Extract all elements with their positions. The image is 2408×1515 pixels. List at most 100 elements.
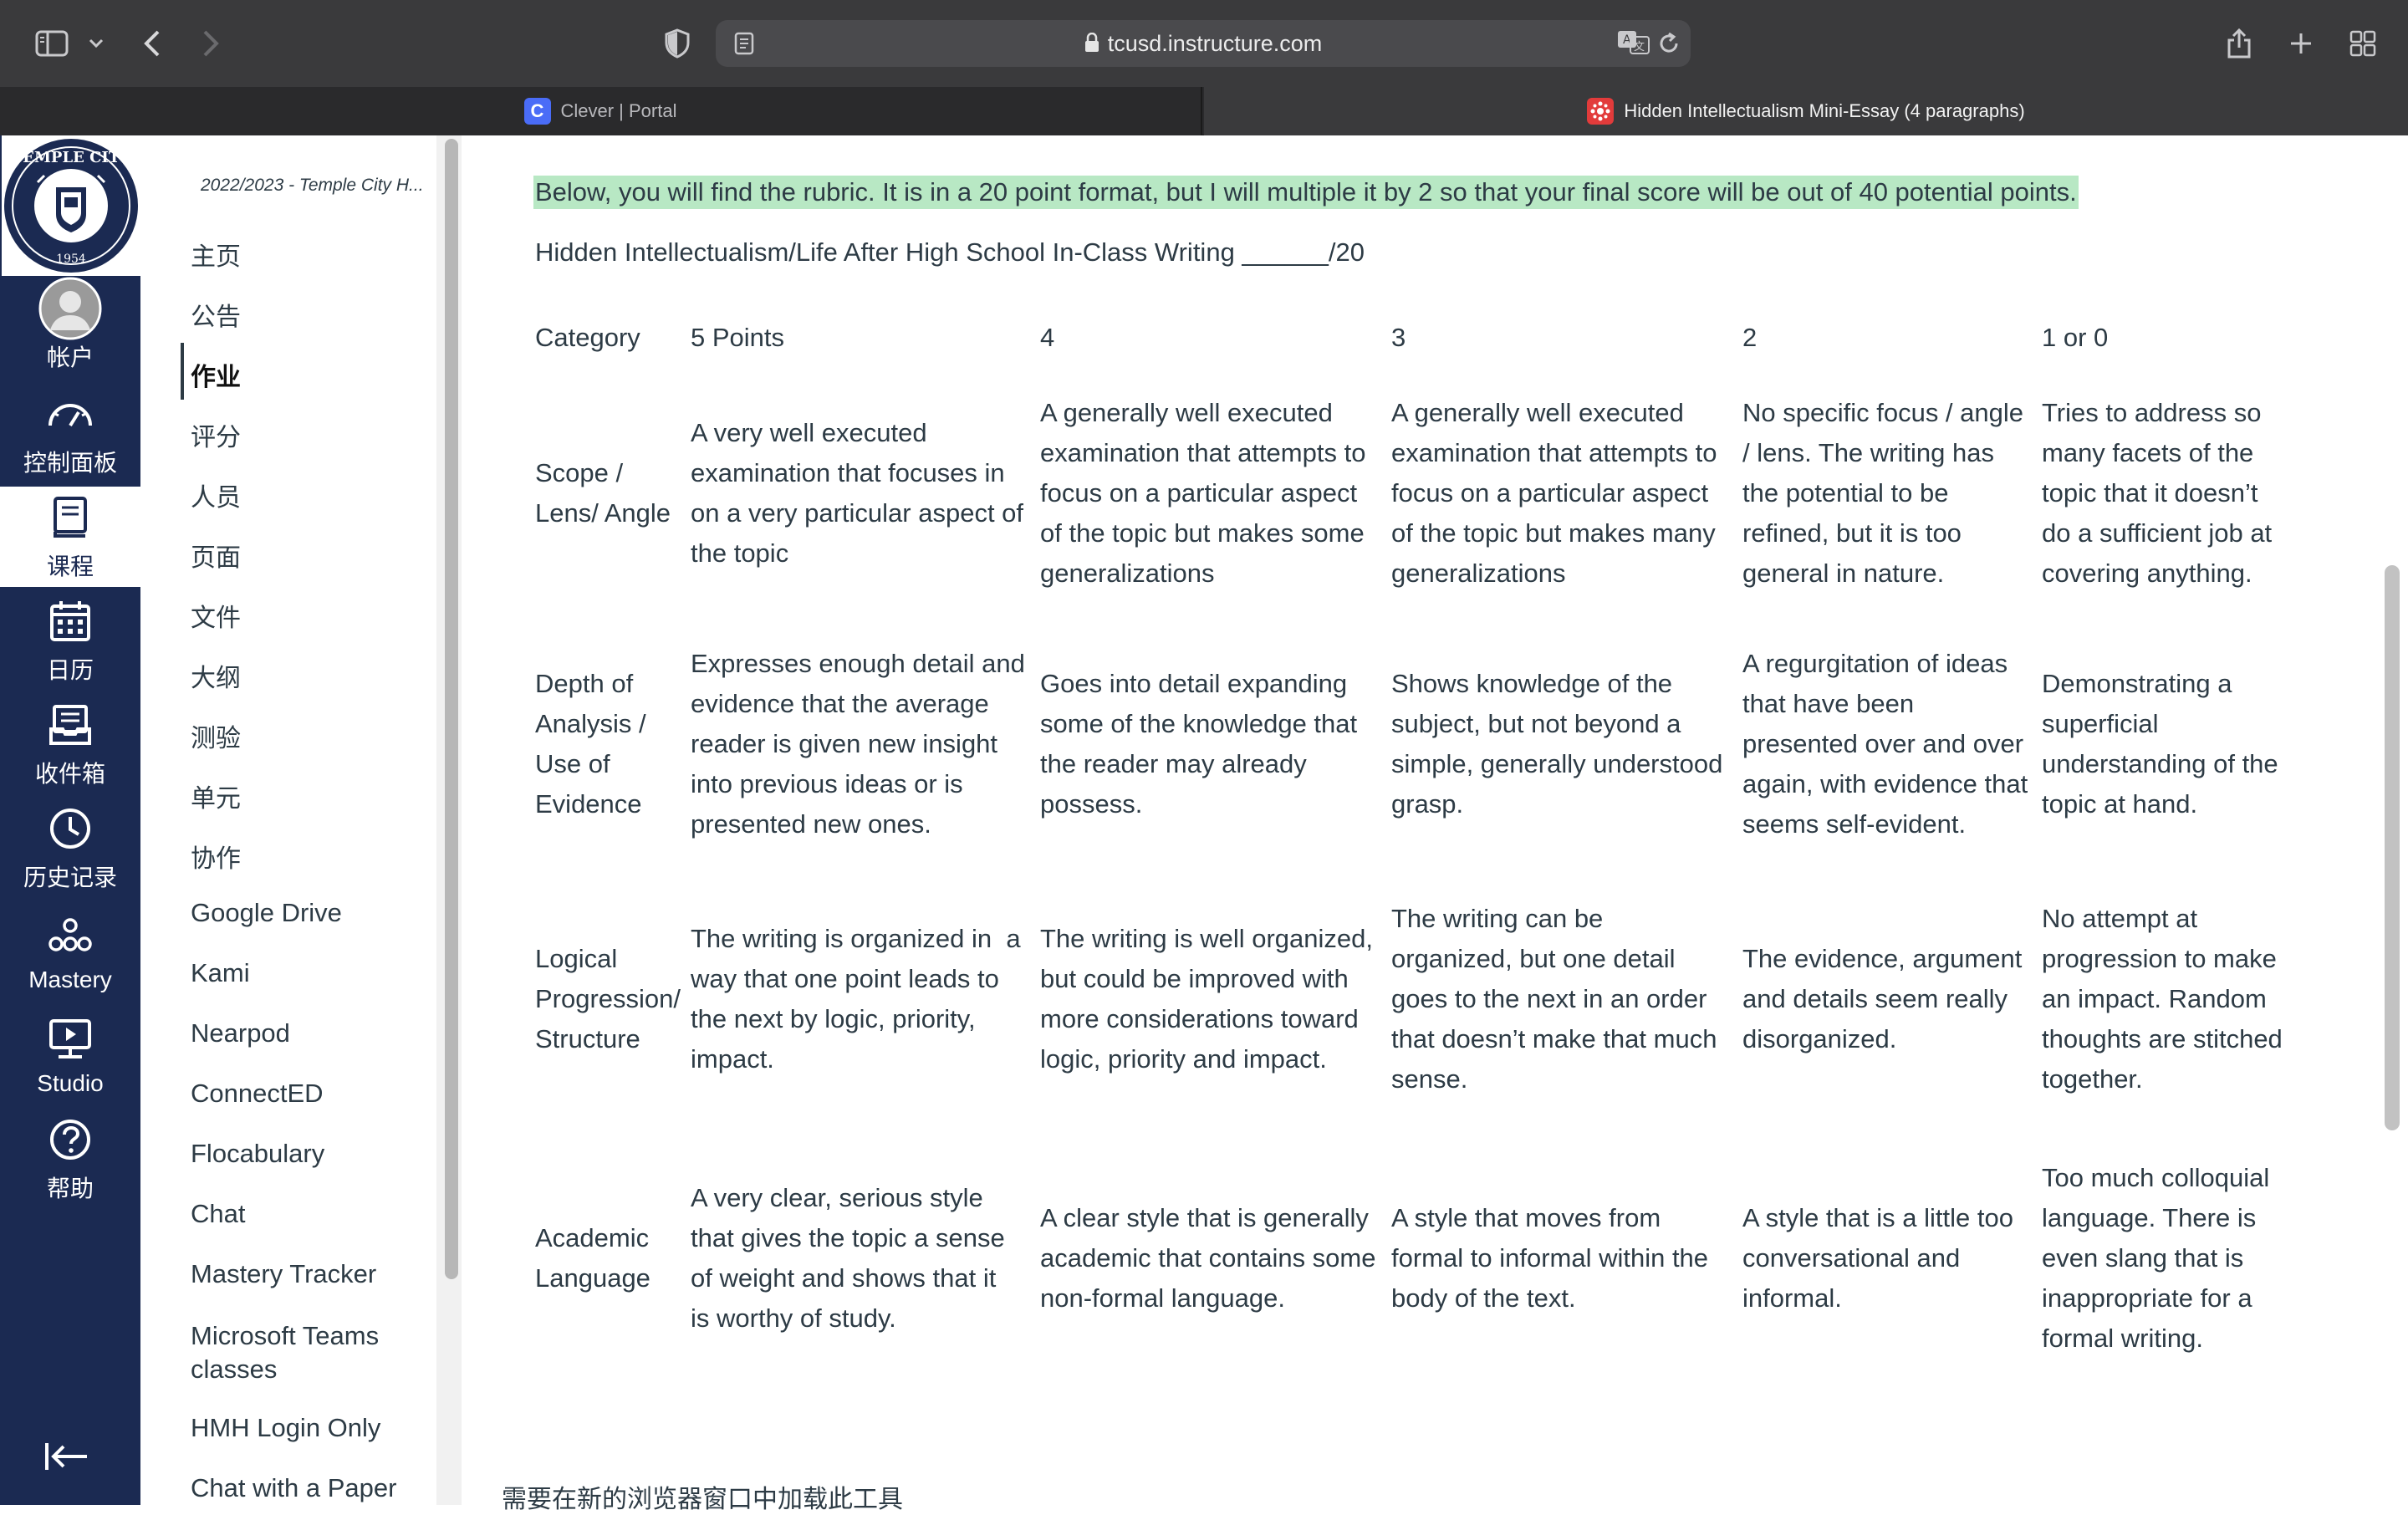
rubric-cell-line: The writing is organized in a bbox=[691, 924, 1021, 953]
rubric-cell-line: is worthy of study. bbox=[691, 1303, 896, 1333]
rubric-cell-line: Depth of bbox=[535, 669, 634, 698]
course-nav-mastery-tracker[interactable]: Mastery Tracker bbox=[191, 1259, 376, 1289]
school-logo[interactable]: TEMPLE CITY 1954 bbox=[2, 135, 140, 276]
rubric-cell-line: presented new ones. bbox=[691, 809, 931, 839]
rubric-cell-line: and details seem really bbox=[1742, 984, 2008, 1013]
course-nav-announcements[interactable]: 公告 bbox=[191, 296, 241, 333]
global-nav-mastery[interactable]: Mastery bbox=[0, 901, 140, 1002]
rubric-category-cell: Scope / Lens/ Angle bbox=[535, 393, 696, 594]
rubric-criteria-cell: A regurgitation of ideas that have been pr… bbox=[1742, 644, 2048, 844]
rubric-cell-line: generalizations bbox=[1040, 559, 1215, 588]
svg-text:TEMPLE CITY: TEMPLE CITY bbox=[12, 149, 131, 166]
browser-tab-bar: C Clever | Portal Hidden Intellectualism… bbox=[0, 87, 2408, 135]
rubric-criteria-cell: No attempt at progression to make an impac… bbox=[2042, 895, 2328, 1104]
rubric-cell-line: many facets of the bbox=[2042, 438, 2254, 467]
reload-icon[interactable] bbox=[1657, 32, 1681, 59]
rubric-header-cell: 5 Points bbox=[691, 323, 785, 352]
course-nav-collaborations[interactable]: 协作 bbox=[191, 838, 241, 875]
collapse-nav-icon[interactable] bbox=[43, 1440, 90, 1477]
address-bar[interactable]: tcusd.instructure.com A文 bbox=[716, 20, 1691, 67]
global-nav-calendar[interactable]: 日历 bbox=[0, 590, 140, 691]
rubric-cell-line: covering anything. bbox=[2042, 559, 2252, 588]
rubric-cell-line: impact. bbox=[691, 1044, 774, 1074]
rubric-subtitle: Hidden Intellectualism/Life After High S… bbox=[535, 237, 1365, 267]
rubric-cell-line: topic that it doesn’t bbox=[2042, 478, 2258, 508]
course-nav-scrollbar[interactable] bbox=[443, 139, 458, 1279]
course-nav-microsoft-teams[interactable]: Microsoft Teams classes bbox=[191, 1319, 408, 1386]
rubric-cell-line: inappropriate for a bbox=[2042, 1283, 2252, 1313]
course-nav-grades[interactable]: 评分 bbox=[191, 416, 241, 453]
rubric-cell-line: academic that contains some bbox=[1040, 1243, 1376, 1273]
course-nav-nearpod[interactable]: Nearpod bbox=[191, 1018, 290, 1048]
tab-hidden-intellectualism[interactable]: Hidden Intellectualism Mini-Essay (4 par… bbox=[1204, 87, 2408, 135]
rubric-cell-line: Analysis / bbox=[535, 709, 646, 738]
tab-overview-icon[interactable] bbox=[2348, 18, 2378, 69]
rubric-cell-line: that gives the topic a sense bbox=[691, 1223, 1005, 1252]
course-navigation: 2022/2023 - Temple City H... 主页 公告 作业 评分… bbox=[140, 135, 436, 1505]
course-nav-home[interactable]: 主页 bbox=[191, 236, 241, 273]
rubric-cell-line: formal to informal within the bbox=[1391, 1243, 1709, 1273]
rubric-criteria-cell: No specific focus / angle / lens. The wri… bbox=[1742, 393, 2048, 594]
tab-label: Hidden Intellectualism Mini-Essay (4 par… bbox=[1624, 100, 2025, 121]
rubric-cell-line: examination that attempts to bbox=[1391, 438, 1717, 467]
svg-text:文: 文 bbox=[1634, 41, 1645, 54]
course-term-label: 2022/2023 - Temple City H... bbox=[201, 176, 424, 195]
rubric-cell-line: non-formal language. bbox=[1040, 1283, 1285, 1313]
course-nav-chat[interactable]: Chat bbox=[191, 1199, 245, 1229]
rubric-cell-line: generalizations bbox=[1391, 559, 1566, 588]
sidebar-toggle-icon[interactable] bbox=[32, 18, 72, 69]
global-nav-help[interactable]: 帮助 bbox=[0, 1109, 140, 1209]
rubric-criteria-cell: A style that is a little too conversation… bbox=[1742, 1154, 2048, 1363]
course-nav-chat-with-paper[interactable]: Chat with a Paper bbox=[191, 1473, 396, 1503]
rubric-cell-line: language. There is bbox=[2042, 1203, 2257, 1232]
global-nav-history[interactable]: 历史记录 bbox=[0, 798, 140, 898]
global-nav-studio[interactable]: Studio bbox=[0, 1005, 140, 1105]
course-nav-people[interactable]: 人员 bbox=[191, 477, 241, 513]
rubric-criteria-cell: The writing can be organized, but one det… bbox=[1391, 895, 1749, 1104]
translate-icon[interactable]: A文 bbox=[1617, 30, 1650, 59]
global-nav-account[interactable]: 帐户 bbox=[0, 276, 140, 380]
rubric-cell-line: The evidence, argument bbox=[1742, 944, 2023, 973]
course-nav-quizzes[interactable]: 测验 bbox=[191, 717, 241, 754]
rubric-cell-line: progression to make bbox=[2042, 944, 2277, 973]
course-nav-pages[interactable]: 页面 bbox=[191, 537, 241, 574]
rubric-cell-line: seems self-evident. bbox=[1742, 809, 1967, 839]
clever-favicon-icon: C bbox=[523, 98, 551, 125]
rubric-cell-line: Use of bbox=[535, 749, 610, 778]
url-text: tcusd.instructure.com bbox=[1107, 31, 1323, 56]
rubric-cell-line: A very well executed bbox=[691, 418, 927, 447]
rubric-cell-line: evidence that the average bbox=[691, 689, 989, 718]
rubric-cell-line: The writing is well organized, bbox=[1040, 924, 1374, 953]
back-arrow-icon[interactable] bbox=[137, 18, 167, 69]
rubric-cell-line: that doesn’t make that much bbox=[1391, 1024, 1717, 1053]
course-nav-connected[interactable]: ConnectED bbox=[191, 1079, 324, 1109]
rubric-header-cell: 2 bbox=[1742, 323, 1758, 352]
share-icon[interactable] bbox=[2224, 18, 2254, 69]
course-nav-modules[interactable]: 单元 bbox=[191, 778, 241, 814]
rubric-cell-line: even slang that is bbox=[2042, 1243, 2244, 1273]
new-tab-plus-icon[interactable] bbox=[2286, 18, 2316, 69]
rubric-cell-line: A style that moves from bbox=[1391, 1203, 1661, 1232]
help-icon bbox=[48, 1114, 92, 1166]
privacy-shield-icon[interactable] bbox=[661, 18, 694, 69]
global-nav-dashboard[interactable]: 控制面板 bbox=[0, 383, 140, 483]
chevron-down-icon[interactable] bbox=[84, 18, 109, 69]
rubric-criteria-cell: A clear style that is generally academic … bbox=[1040, 1154, 1398, 1363]
course-nav-syllabus[interactable]: 大纲 bbox=[191, 657, 241, 694]
page-scrollbar[interactable] bbox=[2385, 565, 2400, 1130]
course-nav-hmh-login[interactable]: HMH Login Only bbox=[191, 1413, 380, 1443]
rubric-cell-line: formal writing. bbox=[2042, 1324, 2203, 1353]
global-nav-courses[interactable]: 课程 bbox=[0, 487, 140, 587]
rubric-cell-line: A clear style that is generally bbox=[1040, 1203, 1369, 1232]
global-nav-inbox[interactable]: 收件箱 bbox=[0, 694, 140, 794]
main-content: Below, you will find the rubric. It is i… bbox=[462, 135, 2408, 1514]
course-nav-google-drive[interactable]: Google Drive bbox=[191, 898, 342, 928]
course-nav-kami[interactable]: Kami bbox=[191, 958, 250, 988]
forward-arrow-icon[interactable] bbox=[196, 18, 226, 69]
rubric-cell-line: disorganized. bbox=[1742, 1024, 1897, 1053]
course-nav-assignments[interactable]: 作业 bbox=[191, 356, 241, 393]
rubric-cell-line: No specific focus / angle bbox=[1742, 398, 2024, 427]
course-nav-files[interactable]: 文件 bbox=[191, 597, 241, 634]
course-nav-flocabulary[interactable]: Flocabulary bbox=[191, 1139, 324, 1169]
tab-clever-portal[interactable]: C Clever | Portal bbox=[0, 87, 1202, 135]
